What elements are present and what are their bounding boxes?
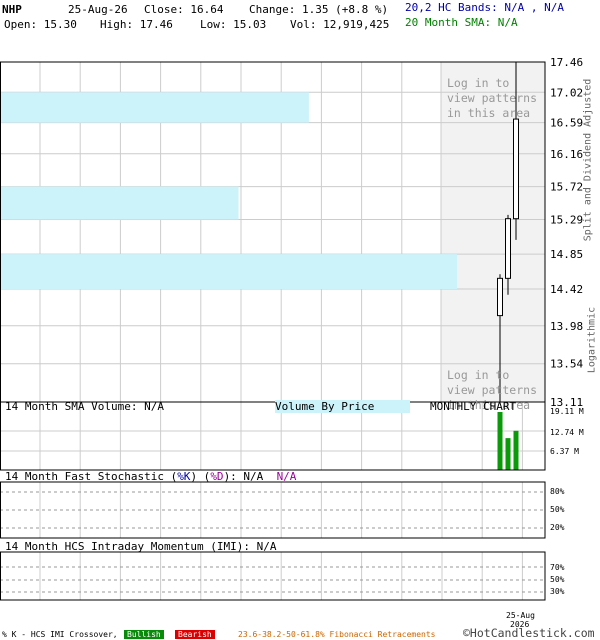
login-line-1: Log in to [447,368,510,382]
imi-tick-70: 70% [550,563,565,572]
date-label: 25-Aug-26 [68,3,128,16]
price-tick-label: 17.46 [550,56,583,69]
copyright-link[interactable]: ©HotCandlestick.com [463,626,595,640]
volume-label: Vol: 12,919,425 [290,18,390,31]
candle-body [505,218,511,279]
volume-tick-1: 19.11 M [550,407,584,416]
low-label: Low: 15.03 [200,18,267,31]
change-label: Change: 1.35 (+8.8 %) [249,3,389,16]
volume-tick-3: 6.37 M [550,447,579,456]
volume-bar [513,430,519,470]
volume-by-price-bar [1,254,458,289]
volume-bar [497,412,503,470]
imi-tick-50: 50% [550,575,565,584]
stoch-label-c: ): N/A [223,470,264,483]
imi-label: 14 Month HCS Intraday Momentum (IMI): N/… [5,540,277,553]
login-line-2: view patterns [447,383,538,397]
imi-tick-30: 30% [550,587,565,596]
fibonacci-legend: 23.6-38.2-50-61.8% Fibonacci Retracement… [238,630,436,639]
price-tick-label: 14.42 [550,283,583,296]
volume-bar [505,438,511,470]
price-tick-label: 15.29 [550,213,583,226]
open-label: Open: 15.30 [4,18,77,31]
logarithmic-label: Logarithmic [586,306,598,374]
stoch-label-a: 14 Month Fast Stochastic ( [5,470,178,483]
price-tick-label: 14.85 [550,248,583,261]
login-line-3: in this area [447,106,531,120]
imi-panel-border [0,551,546,601]
login-line-2: view patterns [447,91,538,105]
symbol-label: NHP [2,3,22,16]
high-label: High: 17.46 [100,18,173,31]
stoch-label-na: N/A [276,470,297,483]
stoch-tick-80: 80% [550,487,565,496]
login-overlay-top[interactable]: Log in to view patterns in this area [447,61,537,121]
volume-sma-label: 14 Month SMA Volume: N/A [5,400,164,413]
volume-by-price-bar [1,186,239,220]
stoch-label-k: %K [177,470,191,483]
close-label: Close: 16.64 [144,3,224,16]
stochastic-label: 14 Month Fast Stochastic (%K) (%D): N/A … [5,470,296,483]
vbp-label: Volume By Price [275,400,411,413]
hc-bands-label: 20,2 HC Bands: N/A , N/A [405,1,564,14]
login-line-1: Log in to [447,76,510,90]
stoch-tick-20: 20% [550,523,565,532]
stoch-tick-50: 50% [550,505,565,514]
x-axis-month: 25-Aug [506,611,535,620]
price-tick-label: 13.98 [550,320,583,333]
candle-body [513,118,519,220]
price-tick-label: 16.16 [550,148,583,161]
volume-tick-2: 12.74 M [550,428,584,437]
price-tick-label: 15.72 [550,181,583,194]
split-adjusted-label: Split and Dividend Adjusted [582,78,594,242]
stoch-label-d: %D [210,470,224,483]
stoch-label-b: ) ( [190,470,211,483]
crossover-legend: % K - HCS IMI Crossover, [2,630,118,639]
bullish-badge: Bullish [124,630,164,639]
bearish-badge: Bearish [175,630,215,639]
candle-body [497,277,503,317]
volume-by-price-bar [1,92,309,123]
price-tick-label: 13.54 [550,358,583,371]
price-tick-label: 16.59 [550,117,583,130]
monthly-chart-label: MONTHLY CHART [430,400,517,413]
price-tick-label: 17.02 [550,86,583,99]
sma20-label: 20 Month SMA: N/A [405,16,518,29]
